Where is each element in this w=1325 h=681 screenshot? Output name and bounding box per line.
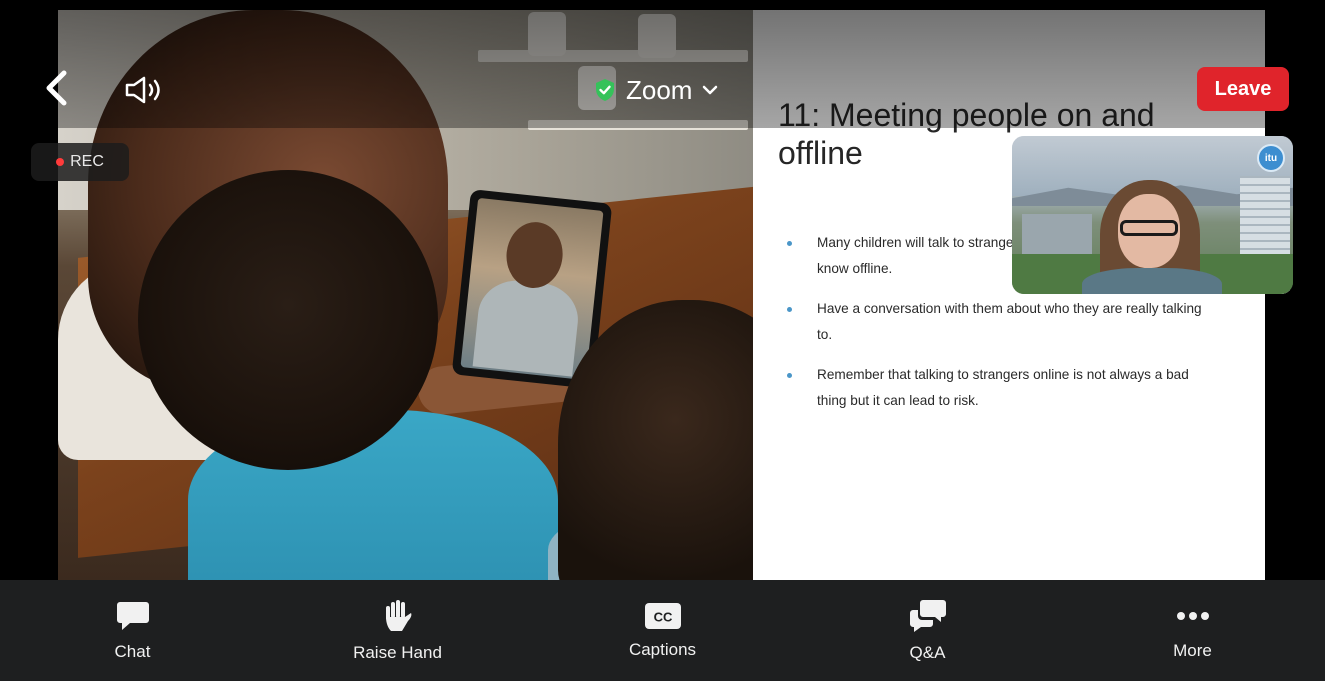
speaker-icon bbox=[125, 76, 160, 104]
meeting-toolbar: Chat Raise Hand CC Captions Q&A More bbox=[0, 580, 1325, 681]
back-button[interactable] bbox=[36, 68, 76, 108]
bullet-dot bbox=[787, 307, 792, 312]
chat-label: Chat bbox=[114, 641, 151, 661]
raise-hand-icon bbox=[385, 599, 411, 631]
chat-button[interactable]: Chat bbox=[0, 580, 265, 681]
meeting-info-dropdown[interactable]: Zoom bbox=[594, 70, 718, 110]
raise-hand-button[interactable]: Raise Hand bbox=[265, 580, 530, 681]
slide-bullet: Remember that talking to strangers onlin… bbox=[787, 362, 1207, 414]
recording-badge: REC bbox=[31, 143, 129, 181]
qa-label: Q&A bbox=[909, 642, 946, 662]
raise-hand-label: Raise Hand bbox=[353, 642, 442, 662]
more-icon bbox=[1176, 611, 1209, 620]
presenter-glasses bbox=[1120, 220, 1178, 236]
top-bar bbox=[0, 10, 1325, 128]
shield-check-icon bbox=[596, 79, 614, 101]
photo-person bbox=[138, 170, 438, 470]
slide-bullet-text: Have a conversation with them about who … bbox=[817, 301, 1202, 342]
itu-logo-icon: itu bbox=[1257, 144, 1285, 172]
slide-bullet: Have a conversation with them about who … bbox=[787, 296, 1207, 348]
bullet-dot bbox=[787, 373, 792, 378]
slide-bullet-text: Remember that talking to strangers onlin… bbox=[817, 367, 1189, 408]
recording-dot-icon bbox=[56, 158, 65, 166]
presenter-video-thumbnail[interactable]: itu bbox=[1012, 136, 1293, 294]
chevron-down-icon bbox=[703, 85, 718, 95]
leave-button[interactable]: Leave bbox=[1197, 67, 1289, 111]
captions-button[interactable]: CC Captions bbox=[530, 580, 795, 681]
captions-icon: CC bbox=[644, 602, 681, 629]
more-label: More bbox=[1173, 640, 1212, 660]
speaker-button[interactable] bbox=[120, 70, 170, 110]
meeting-name: Zoom bbox=[626, 74, 693, 105]
tablet-person bbox=[472, 276, 582, 377]
more-button[interactable]: More bbox=[1060, 580, 1325, 681]
qa-icon bbox=[909, 599, 946, 632]
captions-badge-text: CC bbox=[653, 609, 672, 624]
bullet-dot bbox=[787, 241, 792, 246]
recording-label: REC bbox=[70, 153, 104, 170]
presenter-person bbox=[1082, 268, 1222, 294]
chevron-left-icon bbox=[46, 70, 67, 106]
chat-icon bbox=[116, 601, 149, 630]
captions-label: Captions bbox=[628, 639, 697, 659]
tablet-screen bbox=[460, 197, 604, 381]
qa-button[interactable]: Q&A bbox=[795, 580, 1060, 681]
shared-content-area: 11: Meeting people on and offline Many c… bbox=[0, 0, 1325, 580]
